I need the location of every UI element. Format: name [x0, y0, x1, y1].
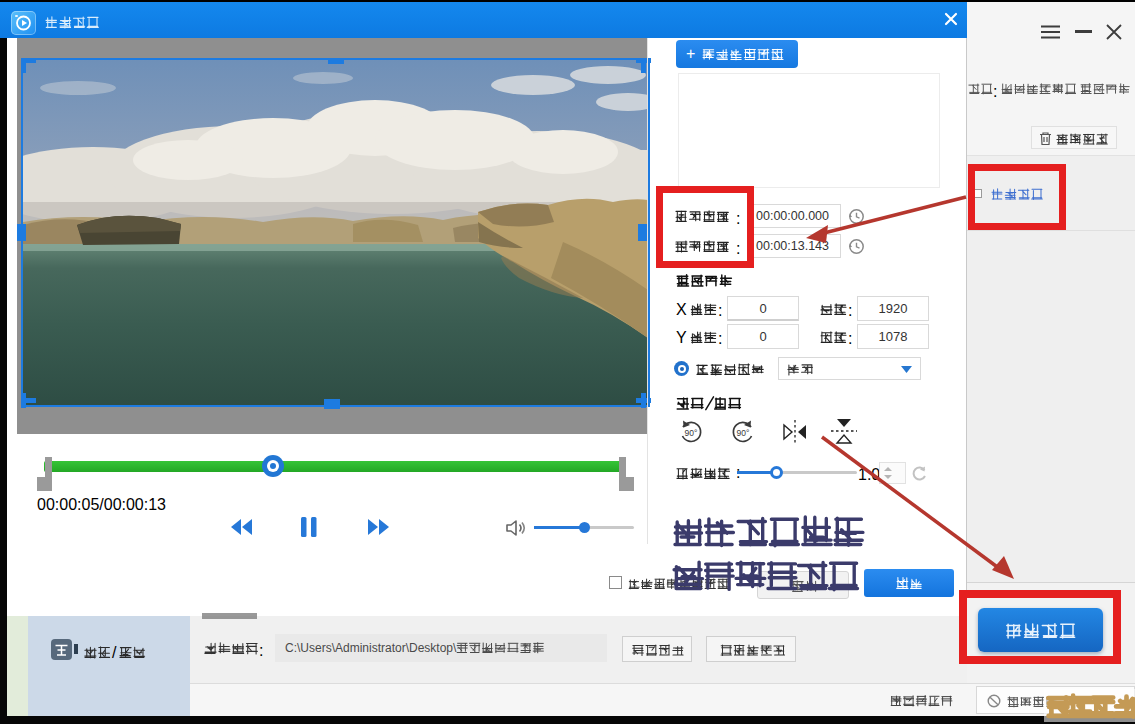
svg-text:90°: 90° — [685, 428, 698, 438]
svg-text:90°: 90° — [737, 428, 750, 438]
